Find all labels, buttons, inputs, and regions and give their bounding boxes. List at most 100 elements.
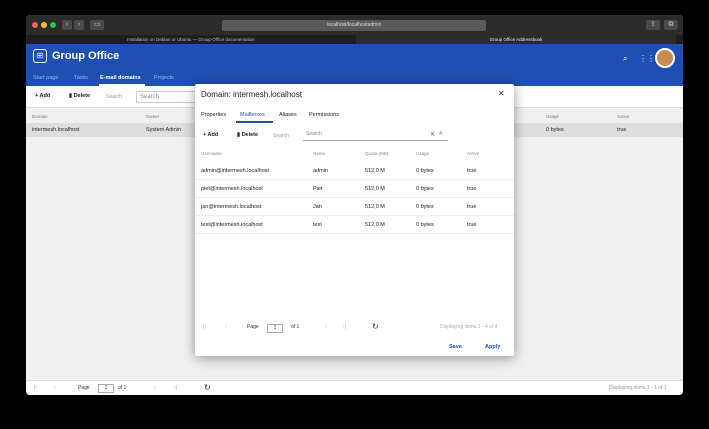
tab-mailboxes[interactable]: Mailboxes — [240, 112, 265, 118]
page-input[interactable]: 1 — [98, 384, 114, 393]
app-logo-icon: ⊞ — [33, 49, 47, 63]
dialog-pager: |‹ ‹ Page 1 of 1 › ›| ↻ Displaying items… — [195, 322, 514, 334]
pager-display-text: Displaying items 1 - 1 of 1 — [609, 385, 667, 391]
col-username[interactable]: Username — [201, 151, 222, 156]
search-icon[interactable]: ⌕ — [439, 130, 443, 138]
sidebar-icon[interactable]: ▭ — [90, 20, 104, 30]
col-name[interactable]: Name — [313, 151, 325, 156]
domain-dialog: Domain: intermesh.localhost ✕ Properties… — [195, 84, 514, 356]
col-owner[interactable]: Owner — [146, 114, 159, 119]
grid-icon[interactable]: ⋮⋮ — [639, 54, 655, 63]
nav-tasks[interactable]: Tasks — [74, 75, 88, 81]
cell-active: true — [467, 222, 477, 228]
forward-button[interactable]: › — [74, 20, 84, 30]
add-button[interactable]: + Add — [35, 93, 50, 99]
tab-aliases[interactable]: Aliases — [279, 112, 297, 118]
search-label: Search — [106, 94, 122, 100]
search-input[interactable]: Search — [136, 91, 196, 103]
cell-quota: 512,0 M — [365, 222, 385, 228]
search-icon[interactable]: ⌕ — [623, 54, 627, 64]
active-tab-indicator — [236, 121, 273, 123]
nav-start-page[interactable]: Start page — [33, 75, 58, 81]
table-row[interactable]: piet@intermesh.localhost Piet 512,0 M 0 … — [195, 180, 514, 198]
save-button[interactable]: Save — [449, 344, 462, 350]
back-button[interactable]: ‹ — [62, 20, 72, 30]
dialog-pager-display: Displaying items 1 - 4 of 4 — [440, 324, 498, 330]
cell-usage: 0 bytes — [416, 168, 434, 174]
browser-tabbar: Installation on Debian or Ubuntu — Group… — [26, 35, 683, 44]
tab-properties[interactable]: Properties — [201, 112, 226, 118]
browser-titlebar: ‹ › ▭ localhost/localhostadmin ⇪ ⧉ — [26, 15, 683, 35]
cell-usage: 0 bytes — [416, 204, 434, 210]
last-page-button[interactable]: ›| — [174, 385, 177, 391]
table-row[interactable]: jan@intermesh.localhost Jan 512,0 M 0 by… — [195, 198, 514, 216]
table-row[interactable]: test@intermesh.localhost test 512,0 M 0 … — [195, 216, 514, 234]
dialog-search-label: Search — [273, 133, 289, 139]
cell-name: Piet — [313, 186, 323, 192]
close-window-button[interactable] — [32, 22, 38, 28]
avatar[interactable] — [655, 48, 675, 68]
cell-usage: 0 bytes — [546, 127, 564, 133]
browser-tab-active[interactable]: Group Office Addressbook — [356, 35, 676, 44]
cell-username: admin@intermesh.localhost — [201, 168, 269, 174]
dialog-title: Domain: intermesh.localhost — [201, 90, 302, 99]
zoom-window-button[interactable] — [50, 22, 56, 28]
page-label: Page — [247, 324, 259, 330]
page-label: Page — [78, 385, 90, 391]
dialog-delete-button[interactable]: ▮ Delete — [237, 132, 258, 138]
cell-domain: intermesh.localhost — [32, 127, 80, 133]
delete-button[interactable]: ▮ Delete — [69, 93, 90, 99]
next-page-button[interactable]: › — [325, 324, 327, 330]
page-count: of 1 — [118, 385, 127, 391]
cell-owner: System Admin — [146, 127, 182, 133]
table-row[interactable]: admin@intermesh.localhost admin 512,0 M … — [195, 162, 514, 180]
close-icon[interactable]: ✕ — [498, 89, 505, 98]
cell-name: Jan — [313, 204, 322, 210]
last-page-button[interactable]: ›| — [343, 324, 346, 330]
col-usage[interactable]: Usage — [416, 151, 429, 156]
clear-icon[interactable]: ✕ — [430, 131, 435, 138]
cell-usage: 0 bytes — [416, 222, 434, 228]
col-domain[interactable]: Domain — [32, 114, 48, 119]
page-input[interactable]: 1 — [267, 324, 283, 333]
prev-page-button[interactable]: ‹ — [54, 385, 56, 391]
tabs-overview-icon[interactable]: ⧉ — [664, 20, 678, 30]
cell-name: test — [313, 222, 322, 228]
cell-usage: 0 bytes — [416, 186, 434, 192]
address-bar[interactable]: localhost/localhostadmin — [222, 20, 486, 31]
refresh-icon[interactable]: ↻ — [204, 383, 211, 392]
tab-permissions[interactable]: Permissions — [309, 112, 339, 118]
dialog-search-input[interactable]: Search — [303, 129, 448, 141]
dialog-table-header: Username Name Quota (MB) Usage Active — [195, 151, 514, 159]
app-title: Group Office — [52, 50, 120, 62]
col-active[interactable]: Active — [617, 114, 629, 119]
share-icon[interactable]: ⇪ — [646, 20, 660, 30]
dialog-toolbar: + Add ▮ Delete Search Search ✕ ⌕ — [195, 128, 514, 144]
first-page-button[interactable]: |‹ — [203, 324, 206, 330]
cell-username: test@intermesh.localhost — [201, 222, 263, 228]
col-quota[interactable]: Quota (MB) — [365, 151, 388, 156]
nav-projects[interactable]: Projects — [154, 75, 174, 81]
main-pager: |‹ ‹ Page 1 of 1 › ›| ↻ Displaying items… — [26, 380, 683, 395]
browser-tab[interactable]: Installation on Debian or Ubuntu — Group… — [26, 35, 356, 44]
cell-active: true — [617, 127, 627, 133]
dialog-add-button[interactable]: + Add — [203, 132, 218, 138]
refresh-icon[interactable]: ↻ — [372, 322, 379, 331]
prev-page-button[interactable]: ‹ — [225, 324, 227, 330]
cell-quota: 512,0 M — [365, 168, 385, 174]
minimize-window-button[interactable] — [41, 22, 47, 28]
apply-button[interactable]: Apply — [485, 344, 500, 350]
nav-email-domains[interactable]: E-mail domains — [100, 75, 141, 81]
app-header: ⊞ Group Office Start page Tasks E-mail d… — [26, 44, 683, 86]
cell-username: jan@intermesh.localhost — [201, 204, 262, 210]
col-active[interactable]: Active — [467, 151, 479, 156]
cell-name: admin — [313, 168, 328, 174]
cell-active: true — [467, 204, 477, 210]
cell-quota: 512,0 M — [365, 186, 385, 192]
cell-username: piet@intermesh.localhost — [201, 186, 263, 192]
col-usage[interactable]: Usage — [546, 114, 559, 119]
first-page-button[interactable]: |‹ — [34, 385, 37, 391]
next-page-button[interactable]: › — [154, 385, 156, 391]
cell-quota: 512,0 M — [365, 204, 385, 210]
cell-active: true — [467, 168, 477, 174]
